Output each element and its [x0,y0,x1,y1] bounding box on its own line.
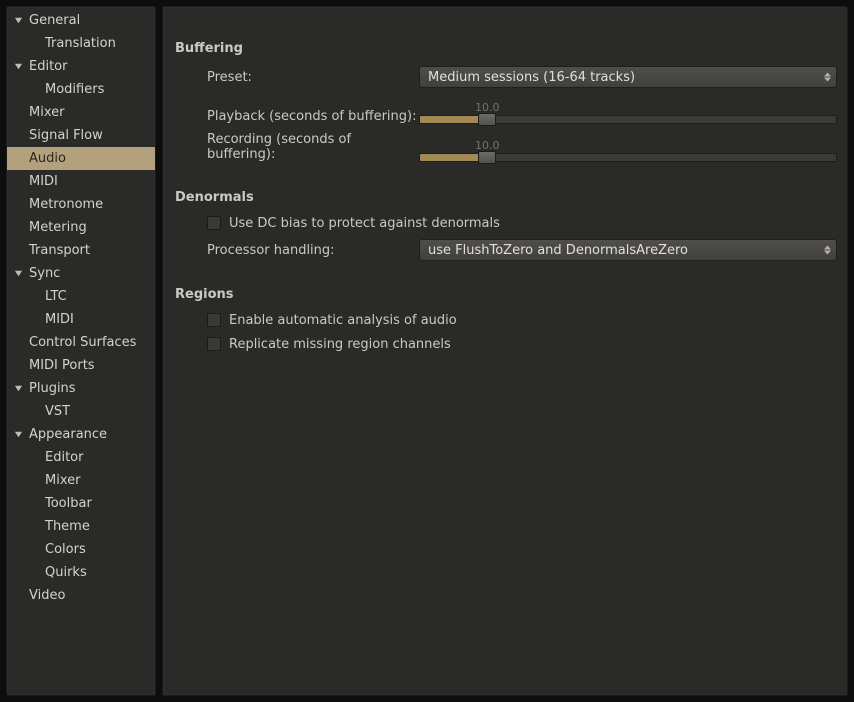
sidebar-item-control-surfaces[interactable]: Control Surfaces [7,331,155,354]
sidebar-item-metronome[interactable]: Metronome [7,193,155,216]
recording-buffering-slider[interactable] [419,153,837,162]
sidebar-item-editor[interactable]: Editor [7,446,155,469]
sidebar-item-sync[interactable]: Sync [7,262,155,285]
playback-buffering-value: 10.0 [475,102,837,114]
label-recording-buffering: Recording (seconds of buffering): [175,132,419,162]
sidebar-item-label: Mixer [27,105,64,120]
sidebar-item-label: Audio [27,151,66,166]
sidebar-item-midi[interactable]: MIDI [7,308,155,331]
sidebar-item-label: Toolbar [43,496,92,511]
sidebar-item-appearance[interactable]: Appearance [7,423,155,446]
dc-bias-label: Use DC bias to protect against denormals [229,216,500,231]
row-preset: Preset: Medium sessions (16-64 tracks) [175,62,837,92]
sidebar-item-ltc[interactable]: LTC [7,285,155,308]
sidebar-item-general[interactable]: General [7,9,155,32]
sidebar-item-label: Video [27,588,65,603]
row-playback-buffering: Playback (seconds of buffering): 10.0 [175,92,837,130]
section-title-denormals: Denormals [175,190,837,205]
slider-thumb[interactable] [478,113,496,126]
sidebar-item-label: LTC [43,289,67,304]
sidebar-item-plugins[interactable]: Plugins [7,377,155,400]
sidebar-item-mixer[interactable]: Mixer [7,101,155,124]
auto-analysis-checkbox[interactable] [207,313,221,327]
sidebar-item-label: Control Surfaces [27,335,136,350]
sidebar-item-label: Appearance [27,427,107,442]
expander-icon[interactable] [11,382,25,396]
label-preset: Preset: [175,70,419,85]
sidebar-item-modifiers[interactable]: Modifiers [7,78,155,101]
sidebar-item-label: Translation [43,36,116,51]
sidebar-item-toolbar[interactable]: Toolbar [7,492,155,515]
preset-dropdown[interactable]: Medium sessions (16-64 tracks) [419,66,837,88]
row-replicate-channels: Replicate missing region channels [175,332,837,356]
sidebar-item-label: Quirks [43,565,87,580]
expander-icon[interactable] [11,267,25,281]
sidebar-item-label: Editor [43,450,83,465]
row-recording-buffering: Recording (seconds of buffering): 10.0 [175,130,837,168]
sidebar-item-quirks[interactable]: Quirks [7,561,155,584]
sidebar-item-label: Metering [27,220,87,235]
sidebar-item-editor[interactable]: Editor [7,55,155,78]
row-processor-handling: Processor handling: use FlushToZero and … [175,235,837,265]
label-processor-handling: Processor handling: [175,243,419,258]
preset-value: Medium sessions (16-64 tracks) [428,70,635,85]
sidebar-item-label: MIDI [43,312,74,327]
sidebar-item-video[interactable]: Video [7,584,155,607]
sidebar-item-vst[interactable]: VST [7,400,155,423]
sidebar-item-midi[interactable]: MIDI [7,170,155,193]
sidebar-item-mixer[interactable]: Mixer [7,469,155,492]
auto-analysis-label: Enable automatic analysis of audio [229,313,457,328]
sidebar-item-label: Plugins [27,381,76,396]
expander-icon[interactable] [11,60,25,74]
preferences-sidebar[interactable]: General Translation Editor Modifiers Mixer Si… [6,6,156,696]
sidebar-item-label: Modifiers [43,82,104,97]
sidebar-item-label: Sync [27,266,60,281]
processor-handling-dropdown[interactable]: use FlushToZero and DenormalsAreZero [419,239,837,261]
row-auto-analysis: Enable automatic analysis of audio [175,308,837,332]
expander-icon[interactable] [11,428,25,442]
sidebar-item-colors[interactable]: Colors [7,538,155,561]
label-playback-buffering: Playback (seconds of buffering): [175,109,419,124]
section-title-buffering: Buffering [175,41,837,56]
sidebar-item-label: Theme [43,519,90,534]
sidebar-item-label: MIDI [27,174,58,189]
section-title-regions: Regions [175,287,837,302]
chevron-updown-icon [823,246,831,255]
sidebar-item-audio[interactable]: Audio [7,147,155,170]
sidebar-item-midi-ports[interactable]: MIDI Ports [7,354,155,377]
chevron-updown-icon [823,73,831,82]
sidebar-item-label: VST [43,404,70,419]
dc-bias-checkbox[interactable] [207,216,221,230]
sidebar-item-metering[interactable]: Metering [7,216,155,239]
sidebar-item-label: Mixer [43,473,80,488]
playback-buffering-slider[interactable] [419,115,837,124]
replicate-channels-checkbox[interactable] [207,337,221,351]
row-dc-bias: Use DC bias to protect against denormals [175,211,837,235]
replicate-channels-label: Replicate missing region channels [229,337,451,352]
expander-icon[interactable] [11,14,25,28]
sidebar-item-translation[interactable]: Translation [7,32,155,55]
sidebar-item-label: Editor [27,59,67,74]
sidebar-item-label: General [27,13,80,28]
sidebar-item-label: Transport [27,243,90,258]
sidebar-item-label: Colors [43,542,86,557]
sidebar-item-label: Signal Flow [27,128,103,143]
slider-thumb[interactable] [478,151,496,164]
sidebar-item-label: MIDI Ports [27,358,95,373]
sidebar-item-label: Metronome [27,197,103,212]
sidebar-item-theme[interactable]: Theme [7,515,155,538]
preferences-window: General Translation Editor Modifiers Mixer Si… [0,0,854,702]
preferences-content: Buffering Preset: Medium sessions (16-64… [162,6,848,696]
recording-buffering-value: 10.0 [475,140,837,152]
sidebar-item-signal-flow[interactable]: Signal Flow [7,124,155,147]
processor-handling-value: use FlushToZero and DenormalsAreZero [428,243,688,258]
sidebar-item-transport[interactable]: Transport [7,239,155,262]
